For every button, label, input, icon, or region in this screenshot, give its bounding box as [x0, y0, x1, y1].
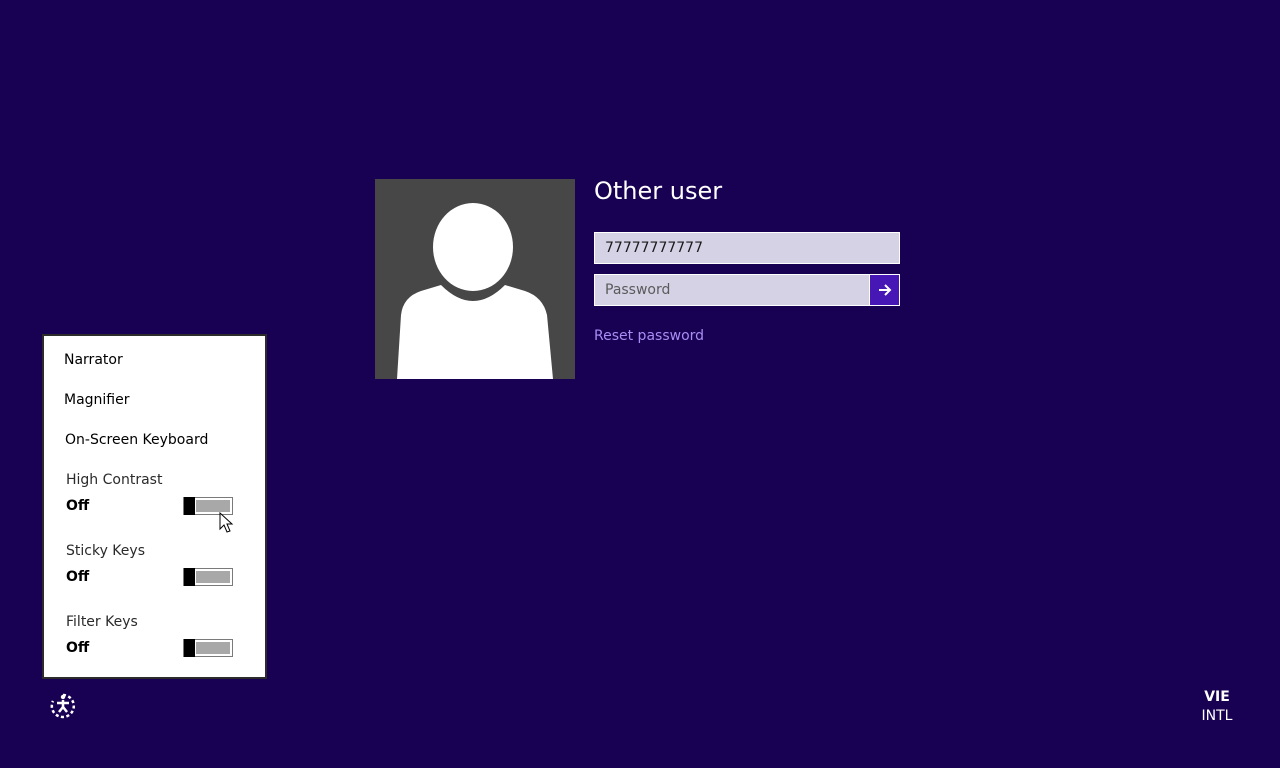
toggle-track: [196, 571, 230, 583]
language-code: VIE: [1204, 689, 1230, 705]
username-field[interactable]: 77777777777: [594, 232, 900, 264]
filter-keys-state: Off: [66, 640, 90, 656]
ease-of-access-menu: Narrator Magnifier On-Screen Keyboard Hi…: [42, 334, 267, 679]
language-indicator[interactable]: VIE INTL: [1192, 688, 1242, 726]
password-placeholder: Password: [605, 282, 671, 298]
toggle-track: [196, 642, 230, 654]
sticky-keys-state: Off: [66, 569, 90, 585]
magnifier-item[interactable]: Magnifier: [64, 392, 130, 408]
sticky-keys-label: Sticky Keys: [66, 543, 145, 559]
toggle-thumb: [184, 568, 195, 586]
filter-keys-label: Filter Keys: [66, 614, 138, 630]
username-value: 77777777777: [605, 240, 703, 256]
reset-password-link[interactable]: Reset password: [594, 328, 704, 344]
toggle-track: [196, 500, 230, 512]
toggle-thumb: [184, 639, 195, 657]
on-screen-keyboard-item[interactable]: On-Screen Keyboard: [65, 432, 208, 448]
high-contrast-state: Off: [66, 498, 90, 514]
sticky-keys-toggle[interactable]: [183, 568, 233, 586]
high-contrast-label: High Contrast: [66, 472, 163, 488]
user-silhouette-icon: [375, 179, 575, 379]
filter-keys-toggle[interactable]: [183, 639, 233, 657]
user-name-title: Other user: [594, 177, 723, 205]
lock-screen: Other user 77777777777 Password Reset pa…: [0, 0, 1280, 768]
mouse-cursor-icon: [219, 512, 234, 533]
toggle-thumb: [184, 497, 195, 515]
keyboard-layout: INTL: [1201, 708, 1233, 724]
user-avatar: [375, 179, 575, 379]
arrow-right-icon: [878, 284, 891, 296]
ease-of-access-icon: [50, 693, 76, 719]
ease-of-access-button[interactable]: [49, 692, 77, 720]
narrator-item[interactable]: Narrator: [64, 352, 123, 368]
password-field[interactable]: Password: [594, 274, 900, 306]
login-form: Other user 77777777777 Password Reset pa…: [594, 172, 900, 344]
submit-button[interactable]: [869, 275, 899, 305]
